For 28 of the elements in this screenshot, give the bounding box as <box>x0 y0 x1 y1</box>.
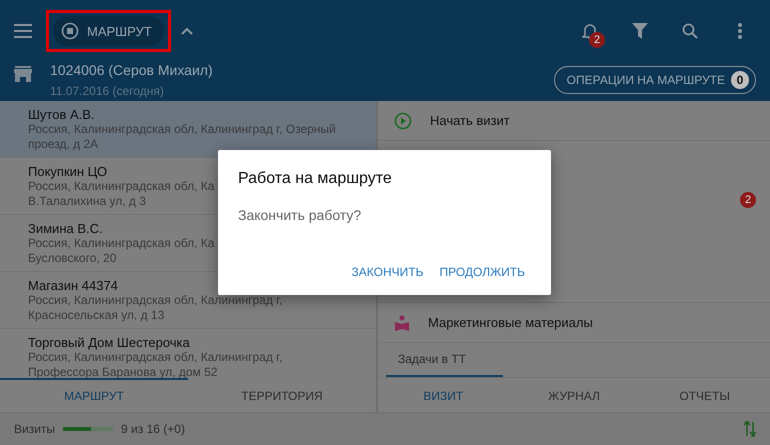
reader-icon <box>394 314 410 330</box>
store-icon <box>14 66 32 82</box>
route-chip[interactable]: МАРШРУТ <box>53 16 164 46</box>
tab[interactable]: ТЕРРИТОРИЯ <box>188 378 376 412</box>
notifications-button[interactable]: 2 <box>574 17 606 45</box>
filter-icon[interactable] <box>632 23 648 39</box>
visits-progress-bar <box>63 427 114 431</box>
notification-count: 2 <box>589 32 605 48</box>
menu-icon[interactable] <box>14 24 32 38</box>
search-icon[interactable] <box>682 23 698 39</box>
tab[interactable]: Задачи в ТТ <box>386 343 503 377</box>
outlet-item[interactable]: Шутов А.В. Россия, Калининградская обл, Калининград г, Озерный проезд, д 2А <box>0 101 376 158</box>
agent-name: 1024006 (Серов Михаил) <box>50 62 213 78</box>
marketing-materials-item[interactable]: Маркетинговые материалы <box>378 303 770 343</box>
tab[interactable]: ОТЧЕТЫ <box>639 378 770 412</box>
chevron-up-icon[interactable] <box>180 27 193 35</box>
start-visit-item[interactable]: Начать визит <box>378 101 770 141</box>
play-icon <box>394 112 412 130</box>
tab[interactable]: ЖУРНАЛ <box>508 378 640 412</box>
count-badge: 2 <box>740 192 756 208</box>
route-operations-button[interactable]: ОПЕРАЦИИ НА МАРШРУТЕ 0 <box>554 66 756 94</box>
more-icon[interactable] <box>738 23 742 39</box>
dialog-button[interactable]: ПРОДОЛЖИТЬ <box>433 259 531 285</box>
visits-label: Визиты <box>14 422 56 436</box>
visits-count: 9 из 16 (+0) <box>121 422 185 436</box>
route-date: 11.07.2016 (сегодня) <box>50 84 165 98</box>
stop-icon <box>61 22 79 40</box>
tab[interactable]: ВИЗИТ <box>378 378 509 412</box>
